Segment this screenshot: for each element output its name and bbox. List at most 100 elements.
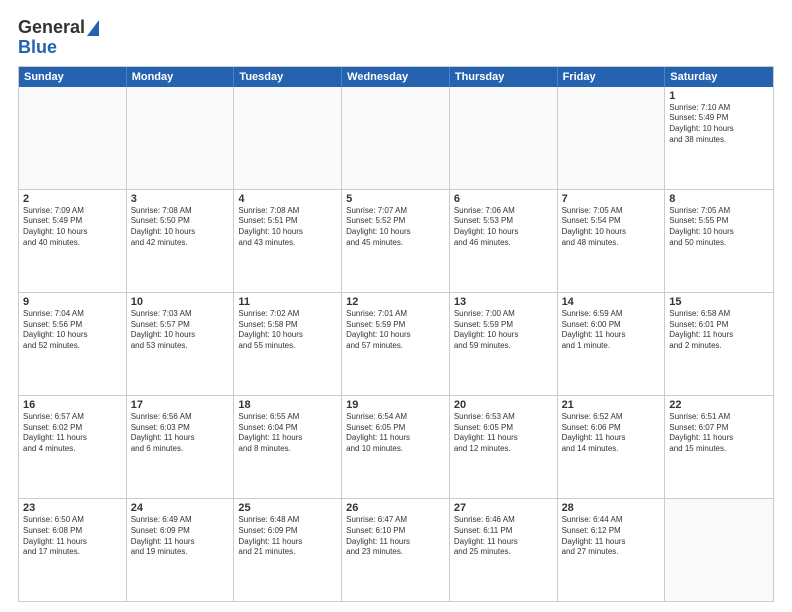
day-cell-3: 3Sunrise: 7:08 AM Sunset: 5:50 PM Daylig… [127,190,235,292]
day-cell-17: 17Sunrise: 6:56 AM Sunset: 6:03 PM Dayli… [127,396,235,498]
day-number: 26 [346,502,445,514]
week-row-5: 23Sunrise: 6:50 AM Sunset: 6:08 PM Dayli… [19,499,773,601]
day-number: 11 [238,296,337,308]
day-number: 27 [454,502,553,514]
day-cell-26: 26Sunrise: 6:47 AM Sunset: 6:10 PM Dayli… [342,499,450,601]
day-cell-21: 21Sunrise: 6:52 AM Sunset: 6:06 PM Dayli… [558,396,666,498]
weekday-header-wednesday: Wednesday [342,67,450,87]
day-info: Sunrise: 7:08 AM Sunset: 5:51 PM Dayligh… [238,206,337,249]
logo-triangle-icon [87,20,99,36]
day-info: Sunrise: 6:50 AM Sunset: 6:08 PM Dayligh… [23,515,122,558]
day-info: Sunrise: 6:51 AM Sunset: 6:07 PM Dayligh… [669,412,769,455]
day-info: Sunrise: 7:05 AM Sunset: 5:54 PM Dayligh… [562,206,661,249]
day-info: Sunrise: 6:57 AM Sunset: 6:02 PM Dayligh… [23,412,122,455]
day-cell-13: 13Sunrise: 7:00 AM Sunset: 5:59 PM Dayli… [450,293,558,395]
day-info: Sunrise: 7:04 AM Sunset: 5:56 PM Dayligh… [23,309,122,352]
day-cell-empty-1 [127,87,235,189]
day-number: 3 [131,193,230,205]
day-info: Sunrise: 7:00 AM Sunset: 5:59 PM Dayligh… [454,309,553,352]
logo-blue: Blue [18,38,57,58]
day-cell-empty-0 [19,87,127,189]
day-number: 14 [562,296,661,308]
day-number: 20 [454,399,553,411]
day-number: 13 [454,296,553,308]
day-number: 5 [346,193,445,205]
week-row-1: 1Sunrise: 7:10 AM Sunset: 5:49 PM Daylig… [19,87,773,190]
day-number: 19 [346,399,445,411]
day-info: Sunrise: 6:47 AM Sunset: 6:10 PM Dayligh… [346,515,445,558]
day-info: Sunrise: 6:52 AM Sunset: 6:06 PM Dayligh… [562,412,661,455]
day-cell-12: 12Sunrise: 7:01 AM Sunset: 5:59 PM Dayli… [342,293,450,395]
header: General Blue [18,18,774,58]
day-cell-18: 18Sunrise: 6:55 AM Sunset: 6:04 PM Dayli… [234,396,342,498]
day-cell-1: 1Sunrise: 7:10 AM Sunset: 5:49 PM Daylig… [665,87,773,189]
day-cell-empty-2 [234,87,342,189]
day-cell-25: 25Sunrise: 6:48 AM Sunset: 6:09 PM Dayli… [234,499,342,601]
day-number: 7 [562,193,661,205]
page: General Blue SundayMondayTuesdayWednesda… [0,0,792,612]
day-number: 24 [131,502,230,514]
logo: General Blue [18,18,99,58]
weekday-header-tuesday: Tuesday [234,67,342,87]
day-cell-5: 5Sunrise: 7:07 AM Sunset: 5:52 PM Daylig… [342,190,450,292]
day-cell-24: 24Sunrise: 6:49 AM Sunset: 6:09 PM Dayli… [127,499,235,601]
day-cell-empty-6 [665,499,773,601]
day-info: Sunrise: 6:46 AM Sunset: 6:11 PM Dayligh… [454,515,553,558]
day-cell-8: 8Sunrise: 7:05 AM Sunset: 5:55 PM Daylig… [665,190,773,292]
week-row-2: 2Sunrise: 7:09 AM Sunset: 5:49 PM Daylig… [19,190,773,293]
day-info: Sunrise: 7:02 AM Sunset: 5:58 PM Dayligh… [238,309,337,352]
day-info: Sunrise: 6:54 AM Sunset: 6:05 PM Dayligh… [346,412,445,455]
week-row-3: 9Sunrise: 7:04 AM Sunset: 5:56 PM Daylig… [19,293,773,396]
day-number: 4 [238,193,337,205]
day-info: Sunrise: 6:48 AM Sunset: 6:09 PM Dayligh… [238,515,337,558]
day-info: Sunrise: 7:05 AM Sunset: 5:55 PM Dayligh… [669,206,769,249]
day-number: 18 [238,399,337,411]
day-info: Sunrise: 7:07 AM Sunset: 5:52 PM Dayligh… [346,206,445,249]
day-cell-10: 10Sunrise: 7:03 AM Sunset: 5:57 PM Dayli… [127,293,235,395]
day-number: 25 [238,502,337,514]
day-info: Sunrise: 6:53 AM Sunset: 6:05 PM Dayligh… [454,412,553,455]
day-number: 9 [23,296,122,308]
calendar-header: SundayMondayTuesdayWednesdayThursdayFrid… [19,67,773,87]
day-cell-empty-3 [342,87,450,189]
weekday-header-sunday: Sunday [19,67,127,87]
day-info: Sunrise: 6:56 AM Sunset: 6:03 PM Dayligh… [131,412,230,455]
day-cell-20: 20Sunrise: 6:53 AM Sunset: 6:05 PM Dayli… [450,396,558,498]
calendar-body: 1Sunrise: 7:10 AM Sunset: 5:49 PM Daylig… [19,87,773,601]
day-info: Sunrise: 7:06 AM Sunset: 5:53 PM Dayligh… [454,206,553,249]
day-cell-23: 23Sunrise: 6:50 AM Sunset: 6:08 PM Dayli… [19,499,127,601]
day-number: 22 [669,399,769,411]
day-cell-7: 7Sunrise: 7:05 AM Sunset: 5:54 PM Daylig… [558,190,666,292]
day-number: 6 [454,193,553,205]
calendar: SundayMondayTuesdayWednesdayThursdayFrid… [18,66,774,602]
day-number: 28 [562,502,661,514]
day-cell-4: 4Sunrise: 7:08 AM Sunset: 5:51 PM Daylig… [234,190,342,292]
logo-general: General [18,18,85,38]
day-cell-14: 14Sunrise: 6:59 AM Sunset: 6:00 PM Dayli… [558,293,666,395]
day-cell-9: 9Sunrise: 7:04 AM Sunset: 5:56 PM Daylig… [19,293,127,395]
day-number: 1 [669,90,769,102]
weekday-header-thursday: Thursday [450,67,558,87]
day-cell-27: 27Sunrise: 6:46 AM Sunset: 6:11 PM Dayli… [450,499,558,601]
day-cell-empty-5 [558,87,666,189]
day-cell-19: 19Sunrise: 6:54 AM Sunset: 6:05 PM Dayli… [342,396,450,498]
day-info: Sunrise: 6:44 AM Sunset: 6:12 PM Dayligh… [562,515,661,558]
day-cell-28: 28Sunrise: 6:44 AM Sunset: 6:12 PM Dayli… [558,499,666,601]
day-info: Sunrise: 7:09 AM Sunset: 5:49 PM Dayligh… [23,206,122,249]
day-info: Sunrise: 6:49 AM Sunset: 6:09 PM Dayligh… [131,515,230,558]
day-number: 21 [562,399,661,411]
day-cell-6: 6Sunrise: 7:06 AM Sunset: 5:53 PM Daylig… [450,190,558,292]
day-info: Sunrise: 7:03 AM Sunset: 5:57 PM Dayligh… [131,309,230,352]
day-info: Sunrise: 6:59 AM Sunset: 6:00 PM Dayligh… [562,309,661,352]
day-number: 16 [23,399,122,411]
day-cell-15: 15Sunrise: 6:58 AM Sunset: 6:01 PM Dayli… [665,293,773,395]
weekday-header-friday: Friday [558,67,666,87]
day-number: 15 [669,296,769,308]
weekday-header-saturday: Saturday [665,67,773,87]
day-info: Sunrise: 6:55 AM Sunset: 6:04 PM Dayligh… [238,412,337,455]
day-info: Sunrise: 7:01 AM Sunset: 5:59 PM Dayligh… [346,309,445,352]
day-number: 10 [131,296,230,308]
weekday-header-monday: Monday [127,67,235,87]
day-cell-22: 22Sunrise: 6:51 AM Sunset: 6:07 PM Dayli… [665,396,773,498]
day-cell-2: 2Sunrise: 7:09 AM Sunset: 5:49 PM Daylig… [19,190,127,292]
